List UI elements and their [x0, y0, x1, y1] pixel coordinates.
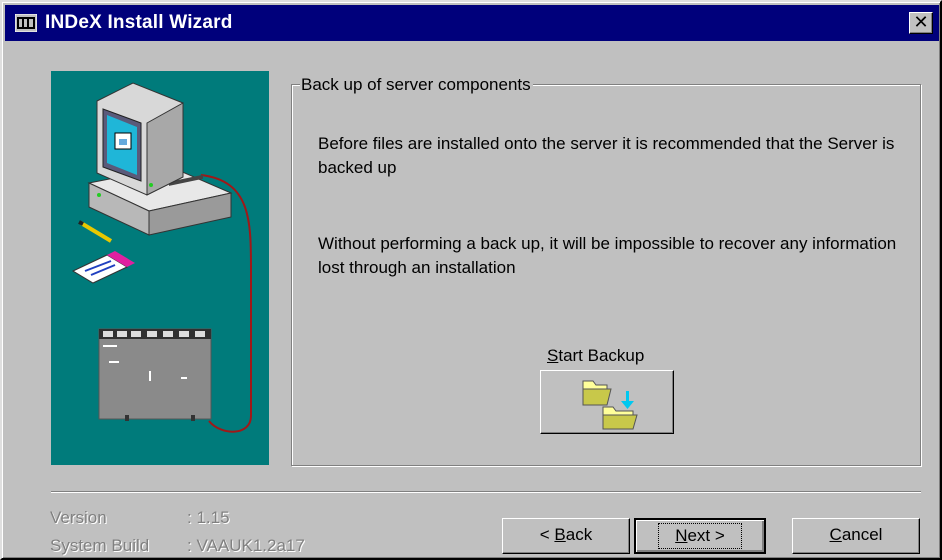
folder-copy-icon: [582, 380, 638, 430]
back-button-mnemonic: B: [554, 525, 566, 544]
back-button-rest: ack: [565, 525, 593, 544]
start-backup-label: Start Backup: [547, 345, 644, 367]
cancel-button-mnemonic: C: [829, 525, 842, 544]
system-build-value: : VAAUK1.2a17: [187, 536, 305, 555]
next-focus-rect: Next >: [658, 523, 742, 549]
back-button[interactable]: < Back: [502, 518, 630, 554]
footer-separator: [51, 491, 921, 493]
close-icon: ✕: [913, 12, 929, 33]
start-backup-button[interactable]: [540, 370, 674, 434]
wizard-illustration: [51, 71, 269, 465]
next-button-rest: ext >: [687, 526, 725, 545]
system-build-label: System Build: [50, 536, 150, 555]
groupbox-title: Back up of server components: [300, 74, 533, 96]
close-button[interactable]: ✕: [909, 12, 933, 34]
version-label: Version: [50, 508, 107, 527]
installer-window: INDeX Install Wizard ✕ Back up of server…: [0, 0, 942, 560]
window-title: INDeX Install Wizard: [45, 12, 233, 33]
backup-warning-text: Without performing a back up, it will be…: [318, 234, 897, 277]
title-bar[interactable]: INDeX Install Wizard ✕: [5, 5, 939, 41]
cancel-button-rest: ancel: [841, 525, 883, 544]
start-backup-label-rest: tart Backup: [558, 346, 645, 365]
version-value: : 1.15: [187, 508, 230, 527]
next-button-mnemonic: N: [675, 526, 688, 545]
app-icon: [15, 14, 37, 32]
computer-illustration: [71, 82, 252, 433]
cancel-button[interactable]: Cancel: [792, 518, 920, 554]
next-button[interactable]: Next >: [634, 518, 766, 554]
back-button-prefix: <: [539, 525, 555, 544]
start-backup-mnemonic: S: [547, 346, 559, 365]
backup-recommendation-text: Before files are installed onto the serv…: [318, 134, 895, 177]
